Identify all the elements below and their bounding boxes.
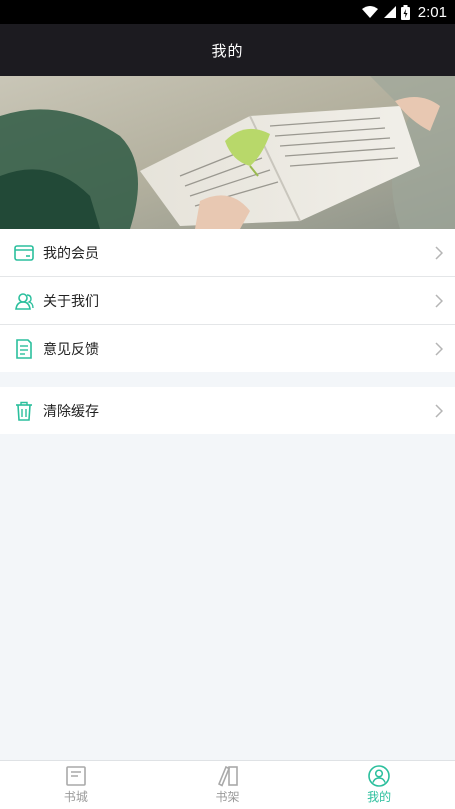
signal-icon (383, 6, 396, 18)
member-card-icon (13, 242, 35, 264)
chevron-right-icon (435, 245, 443, 260)
menu-group-cache: 清除缓存 (0, 387, 455, 434)
menu-label-about: 关于我们 (43, 293, 99, 310)
status-bar: 2:01 (0, 0, 455, 24)
menu-label-clear-cache: 清除缓存 (43, 403, 99, 420)
profile-icon (368, 765, 390, 787)
banner-image (0, 76, 455, 229)
menu-label-feedback: 意见反馈 (43, 341, 99, 358)
page-title: 我的 (211, 41, 244, 60)
trash-icon (13, 400, 35, 422)
tab-label-profile: 我的 (367, 790, 392, 804)
feedback-icon (13, 338, 35, 360)
status-time: 2:01 (417, 3, 447, 21)
users-icon (13, 290, 35, 312)
tab-label-bookshelf: 书架 (215, 790, 240, 804)
bookshelf-icon (217, 765, 238, 787)
chevron-right-icon (435, 341, 443, 356)
chevron-right-icon (435, 403, 443, 418)
chevron-right-icon (435, 293, 443, 308)
menu-group-main: 我的会员 关于我们 意见反馈 (0, 229, 455, 372)
menu-item-feedback[interactable]: 意见反馈 (0, 325, 455, 372)
wifi-icon (361, 6, 378, 18)
tab-bookshelf[interactable]: 书架 (152, 761, 304, 809)
menu-item-member[interactable]: 我的会员 (0, 229, 455, 277)
banner-book-illustration (0, 76, 455, 229)
tab-label-bookstore: 书城 (63, 790, 88, 804)
bottom-tab-bar: 书城 书架 我的 (0, 760, 455, 809)
battery-icon (400, 4, 410, 20)
menu-item-clear-cache[interactable]: 清除缓存 (0, 387, 455, 434)
menu-item-about[interactable]: 关于我们 (0, 277, 455, 325)
tab-profile[interactable]: 我的 (303, 761, 455, 809)
status-icons: 2:01 (361, 0, 447, 24)
menu-label-member: 我的会员 (43, 245, 99, 262)
tab-bookstore[interactable]: 书城 (0, 761, 152, 809)
bookstore-icon (66, 766, 86, 786)
app-bar: 我的 (0, 24, 455, 76)
